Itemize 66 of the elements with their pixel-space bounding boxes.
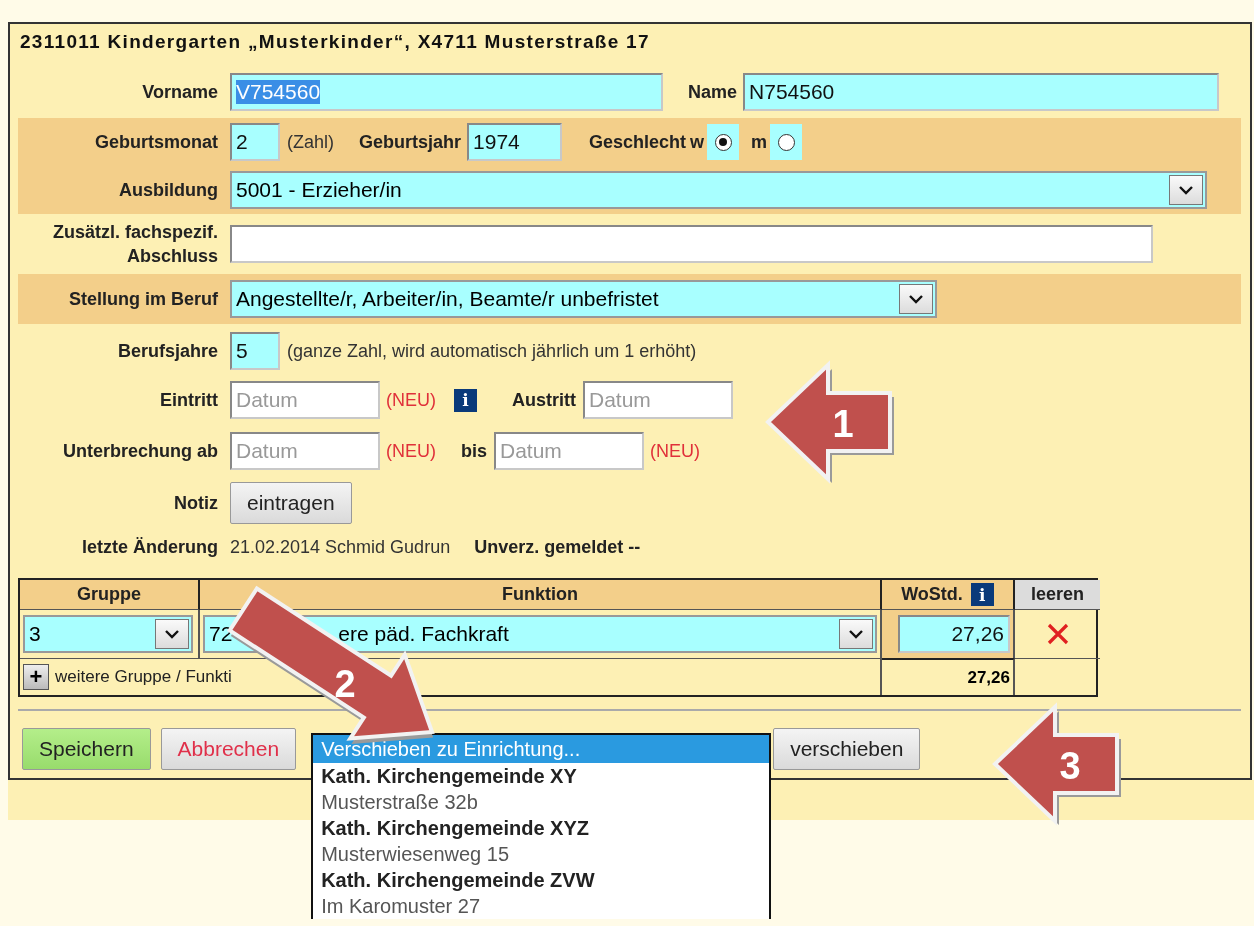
dropdown-option[interactable]: Kath. Kirchengemeinde ZVW (313, 867, 770, 893)
field-label: Vorname (142, 81, 218, 102)
chevron-icon (908, 294, 924, 304)
hint-text: (ganze Zahl, wird automatisch jährlich um 1 erhöht) (287, 340, 697, 362)
input-field[interactable]: 1974 (467, 123, 563, 161)
hours-field[interactable]: 27,26 (898, 615, 1010, 653)
dropdown-button[interactable] (1169, 175, 1203, 205)
callout-number: 3 (1059, 745, 1081, 787)
field-label: Ausbildung (119, 179, 218, 200)
select-field[interactable]: 3 (23, 615, 193, 653)
field-label: Unverz. gemeldet -- (474, 536, 641, 558)
new-label: (NEU) (386, 440, 436, 462)
add-group-label: weitere Gruppe / Funkti (55, 667, 232, 687)
column-header: leeren (1030, 584, 1084, 605)
dropdown-button[interactable] (839, 619, 873, 649)
input-field[interactable]: N754560 (743, 73, 1220, 111)
cancel-button[interactable]: Abbrechen (160, 728, 297, 770)
input-field[interactable]: 2 (230, 123, 280, 161)
delete-icon[interactable] (1045, 622, 1070, 646)
info-icon[interactable]: i (454, 388, 477, 412)
page-title: 2311011 Kindergarten „Musterkinder“, X4711 Musterstraße 17 (19, 30, 651, 54)
chevron-icon (1178, 185, 1194, 195)
select-field[interactable]: Angestellte/r, Arbeiter/in, Beamte/r unbefristet (230, 280, 937, 318)
column-header: Funktion (502, 584, 578, 605)
dropdown-button[interactable] (155, 619, 189, 649)
field-label: Geburtsjahr (359, 131, 462, 153)
column-header: Gruppe (77, 584, 141, 605)
field-label: letzte Änderung (82, 536, 218, 557)
new-label: (NEU) (386, 389, 436, 411)
save-button[interactable]: Speichern (22, 728, 151, 770)
chevron-icon (164, 629, 180, 639)
dropdown-option[interactable]: Kath. Kirchengemeinde XYZ (313, 815, 770, 841)
note-button[interactable]: eintragen (230, 482, 352, 524)
field-label: Notiz (174, 492, 218, 513)
field-label: bis (461, 440, 487, 462)
new-label: (NEU) (650, 440, 700, 462)
last-change-text: 21.02.2014 Schmid Gudrun (230, 536, 451, 558)
column-header: WoStd. (901, 584, 963, 605)
radio-label: m (751, 131, 768, 153)
field-label: Geburtsmonat (95, 131, 218, 152)
chevron-icon (848, 629, 864, 639)
dropdown-option[interactable]: Musterwiesenweg 15 (313, 841, 770, 867)
hint-text: (Zahl) (287, 131, 334, 153)
field-label: Berufsjahre (117, 340, 218, 361)
dropdown-button[interactable] (899, 284, 933, 314)
total-hours: 27,26 (967, 667, 1010, 688)
input-field[interactable] (230, 225, 1153, 263)
field-label: Geschlecht (589, 131, 687, 153)
field-label: Stellung im Beruf (69, 288, 218, 309)
radio-button[interactable] (714, 133, 732, 151)
dropdown-option[interactable]: Im Karomuster 27 (313, 893, 770, 919)
field-label: Austritt (512, 389, 576, 411)
field-label: Unterbrechung ab (63, 440, 218, 461)
move-button[interactable]: verschieben (773, 728, 921, 770)
add-button[interactable]: + (23, 664, 49, 690)
field-label: Zusätzl. fachspezif. Abschluss (51, 221, 218, 268)
radio-button[interactable] (777, 133, 795, 151)
radio-label: w (690, 131, 705, 153)
callout-number: 1 (832, 403, 854, 445)
field-label: Eintritt (160, 389, 218, 410)
callout-number: 2 (334, 663, 356, 705)
select-field[interactable]: 5001 - Erzieher/in (230, 171, 1207, 209)
dropdown-option[interactable]: Kath. Kirchengemeinde XY (313, 763, 770, 789)
info-icon[interactable]: i (970, 583, 994, 606)
field-label: Name (688, 81, 738, 103)
input-field[interactable]: 5 (230, 332, 280, 370)
